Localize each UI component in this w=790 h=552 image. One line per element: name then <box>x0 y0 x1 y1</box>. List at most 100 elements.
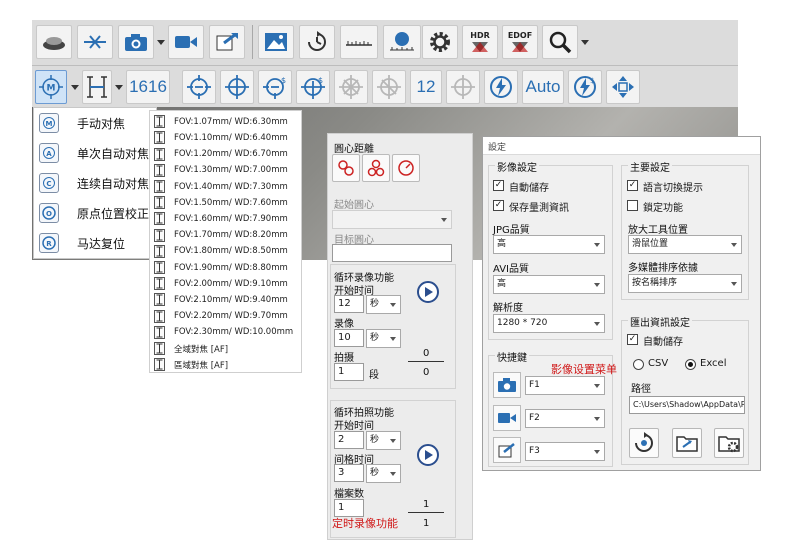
fov-preset-item[interactable]: FOV:1.70mm/ WD:8.20mm <box>150 226 302 244</box>
svg-text:O: O <box>46 210 52 218</box>
focus-center-button[interactable] <box>446 70 480 104</box>
path-label: 路徑 <box>631 384 651 395</box>
start-circle-select[interactable] <box>332 210 452 229</box>
record-shots-input[interactable]: 1 <box>334 363 364 381</box>
export-path-input[interactable]: C:\Users\Shadow\AppData\Ro <box>629 396 745 414</box>
menu-item-continuous-autofocus[interactable]: C 连续自动对焦 <box>34 168 158 198</box>
menu-item-motor-reset[interactable]: R 马达复位 <box>34 228 158 258</box>
fov-preset-item[interactable]: 全域對焦 [AF] <box>150 340 302 358</box>
circle-tool-button[interactable] <box>362 154 390 182</box>
crosshair-disabled-icon <box>377 75 401 99</box>
fov-preset-item[interactable]: FOV:1.60mm/ WD:7.90mm <box>150 210 302 228</box>
overview-button[interactable] <box>36 25 72 59</box>
settings-button[interactable] <box>422 25 458 59</box>
photo-start-time-input[interactable]: 2 <box>334 431 364 449</box>
fov-preset-item[interactable]: FOV:2.30mm/ WD:10.00mm <box>150 324 302 342</box>
focus-mode-button[interactable]: M <box>35 70 67 104</box>
focus-mode-dropdown[interactable] <box>70 70 79 104</box>
focus-near-button[interactable] <box>220 70 254 104</box>
zoom-dropdown[interactable] <box>580 25 589 59</box>
hotkey-capture-select[interactable]: F1 <box>525 376 605 395</box>
record-start-time-input[interactable]: 12 <box>334 295 364 313</box>
media-sort-select[interactable]: 按名稱排序 <box>628 274 742 293</box>
menu-item-label: 连续自动对焦 <box>77 176 150 191</box>
circle-tool-button[interactable] <box>392 154 420 182</box>
fov-preset-item[interactable]: FOV:2.20mm/ WD:9.70mm <box>150 307 302 325</box>
fine-near-button[interactable] <box>372 70 406 104</box>
scale-button[interactable] <box>77 25 113 59</box>
step-near-button[interactable]: $ <box>296 70 330 104</box>
export-auto-save-checkbox[interactable]: ✓ <box>627 334 638 345</box>
auto-flash-button[interactable]: $ <box>568 70 602 104</box>
target-circle-input[interactable] <box>332 244 452 262</box>
gallery-button[interactable] <box>258 25 294 59</box>
fov-preset-item[interactable]: FOV:1.40mm/ WD:7.30mm <box>150 178 302 196</box>
refresh-button[interactable] <box>299 25 335 59</box>
fov-preset-item[interactable]: FOV:1.10mm/ WD:6.40mm <box>150 129 302 147</box>
reset-settings-button[interactable] <box>629 428 659 458</box>
focus-range-button[interactable] <box>82 70 112 104</box>
flash-button[interactable] <box>484 70 518 104</box>
fov-preset-item[interactable]: FOV:1.30mm/ WD:7.00mm <box>150 162 302 180</box>
circle-tool-button[interactable] <box>332 154 360 182</box>
lock-function-checkbox[interactable] <box>627 200 638 211</box>
focus-range-icon <box>154 131 165 145</box>
menu-item-label: 单次自动对焦 <box>77 146 150 161</box>
record-button[interactable] <box>168 25 204 59</box>
photo-interval-input[interactable]: 3 <box>334 464 364 482</box>
focus-far-button[interactable] <box>182 70 216 104</box>
main-toolbar: HDR EDOF <box>32 20 738 65</box>
crosshair-disabled-icon <box>451 75 475 99</box>
move-button[interactable] <box>606 70 640 104</box>
capture-button[interactable] <box>118 25 154 59</box>
hotkey-record-select[interactable]: F2 <box>525 409 605 428</box>
jpg-quality-select[interactable]: 高 <box>493 235 605 254</box>
record-play-button[interactable] <box>417 281 439 303</box>
fov-preset-item[interactable]: FOV:2.00mm/ WD:9.10mm <box>150 275 302 293</box>
fov-preset-item[interactable]: FOV:1.07mm/ WD:6.30mm <box>150 113 302 131</box>
camera-icon <box>125 34 147 51</box>
open-folder-button[interactable] <box>672 428 702 458</box>
fine-far-button[interactable] <box>334 70 368 104</box>
menu-item-manual-focus[interactable]: M 手动对焦 <box>34 108 158 138</box>
record-start-unit-select[interactable]: 秒 <box>366 295 401 314</box>
hdr-button[interactable]: HDR <box>462 25 498 59</box>
fov-preset-item[interactable]: FOV:1.20mm/ WD:6.70mm <box>150 145 302 163</box>
record-duration-input[interactable]: 10 <box>334 329 364 347</box>
hotkey-export-button[interactable] <box>493 437 521 463</box>
zoom-position-select[interactable]: 滑鼠位置 <box>628 235 742 254</box>
auto-save-checkbox[interactable]: ✓ <box>493 180 504 191</box>
step-far-button[interactable]: $ <box>258 70 292 104</box>
avi-quality-select[interactable]: 高 <box>493 275 605 294</box>
point-measure-button[interactable] <box>383 25 421 59</box>
folder-settings-button[interactable] <box>714 428 744 458</box>
fov-preset-item[interactable]: FOV:1.90mm/ WD:8.80mm <box>150 259 302 277</box>
excel-label: Excel <box>700 358 727 369</box>
hotkey-record-button[interactable] <box>493 405 521 431</box>
focus-toolbar: M 1616 $ $ 12 Auto $ <box>32 65 738 107</box>
auto-button[interactable]: Auto <box>522 70 564 104</box>
export-button[interactable] <box>209 25 245 59</box>
focus-range-dropdown[interactable] <box>114 70 123 104</box>
photo-start-unit-select[interactable]: 秒 <box>366 431 401 450</box>
photo-interval-unit-select[interactable]: 秒 <box>366 464 401 483</box>
edof-button[interactable]: EDOF <box>502 25 538 59</box>
zoom-button[interactable] <box>542 25 578 59</box>
menu-item-origin-calibration[interactable]: O 原点位置校正 <box>34 198 158 228</box>
hotkey-export-select[interactable]: F3 <box>525 442 605 461</box>
fov-preset-item[interactable]: FOV:2.10mm/ WD:9.40mm <box>150 291 302 309</box>
menu-item-single-autofocus[interactable]: A 单次自动对焦 <box>34 138 158 168</box>
photo-play-button[interactable] <box>417 444 439 466</box>
fov-preset-item[interactable]: FOV:1.50mm/ WD:7.60mm <box>150 194 302 212</box>
fov-preset-item[interactable]: FOV:1.80mm/ WD:8.50mm <box>150 243 302 261</box>
resolution-select[interactable]: 1280 * 720 <box>493 314 605 333</box>
save-measure-checkbox[interactable]: ✓ <box>493 200 504 211</box>
excel-radio[interactable] <box>685 359 696 370</box>
hotkey-capture-button[interactable] <box>493 372 521 398</box>
ruler-button[interactable] <box>340 25 378 59</box>
capture-dropdown[interactable] <box>156 25 165 59</box>
switch-hint-checkbox[interactable]: ✓ <box>627 180 638 191</box>
record-duration-unit-select[interactable]: 秒 <box>366 329 401 348</box>
csv-radio[interactable] <box>633 359 644 370</box>
fov-preset-item[interactable]: 區域對焦 [AF] <box>150 356 302 374</box>
